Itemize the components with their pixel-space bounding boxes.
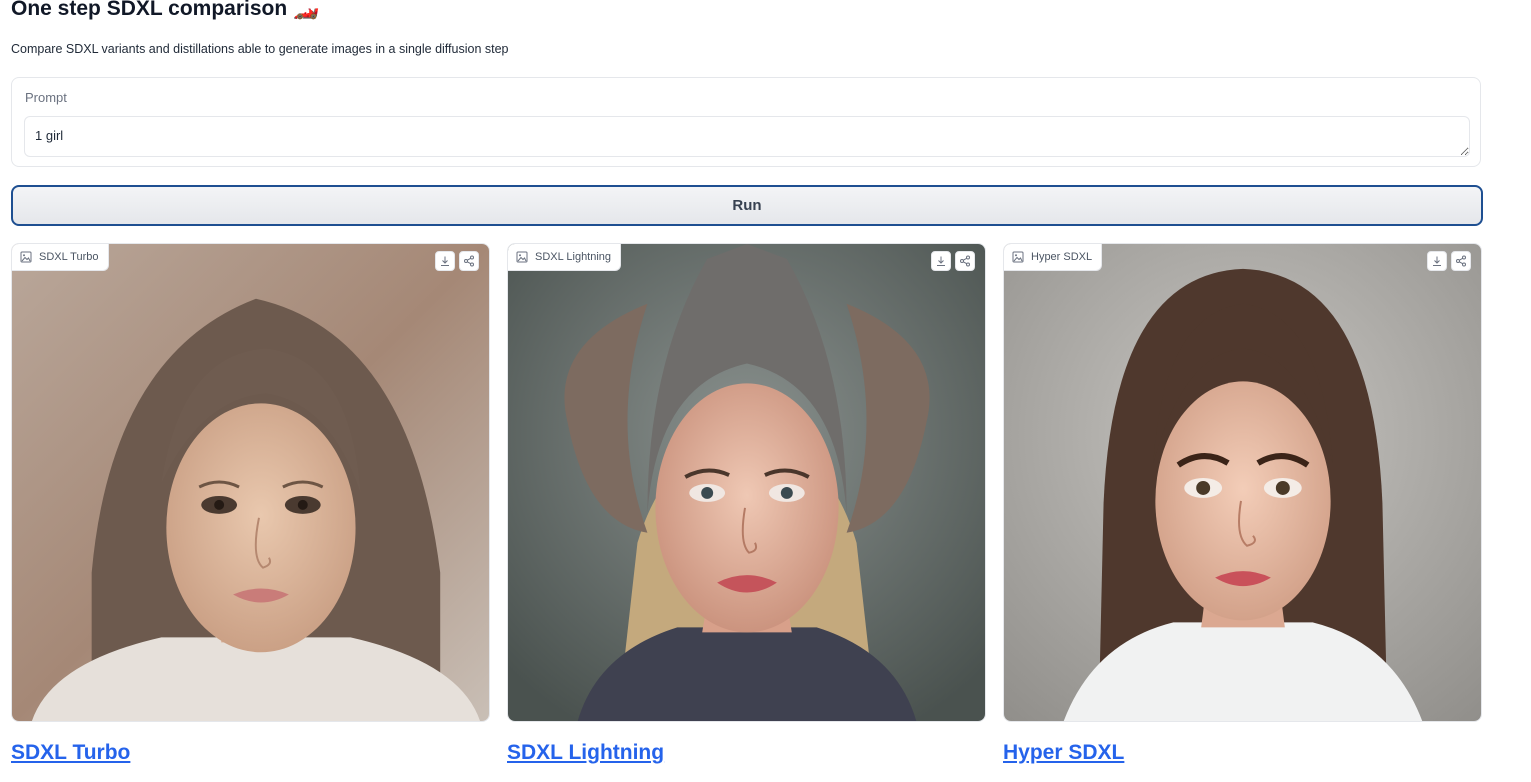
- image-panel-hyper-sdxl: Hyper SDXL: [1003, 243, 1482, 722]
- download-icon: [441, 256, 449, 266]
- image-actions: [1427, 251, 1471, 271]
- model-link-sdxl-lightning[interactable]: SDXL Lightning: [507, 740, 664, 766]
- image-label-text: SDXL Turbo: [39, 251, 99, 263]
- image-panel-sdxl-turbo: SDXL Turbo: [11, 243, 490, 722]
- share-icon: [1456, 255, 1466, 267]
- prompt-block: Prompt 1 girl: [11, 77, 1481, 167]
- prompt-input[interactable]: 1 girl: [24, 116, 1470, 157]
- image-actions: [435, 251, 479, 271]
- image-actions: [931, 251, 975, 271]
- page-title: One step SDXL comparison 🏎️: [11, 0, 319, 22]
- image-label-text: Hyper SDXL: [1031, 251, 1093, 263]
- page-title-text: One step SDXL comparison: [11, 0, 288, 20]
- title-emoji: 🏎️: [293, 0, 320, 20]
- model-link-sdxl-turbo[interactable]: SDXL Turbo: [11, 740, 130, 766]
- image-label-text: SDXL Lightning: [535, 251, 612, 263]
- generated-image-hyper-sdxl: [1004, 244, 1481, 721]
- share-button[interactable]: [1451, 251, 1471, 271]
- image-label-tag: Hyper SDXL: [1004, 244, 1103, 271]
- image-label-tag: SDXL Turbo: [12, 244, 109, 271]
- download-button[interactable]: [931, 251, 951, 271]
- download-button[interactable]: [435, 251, 455, 271]
- share-button[interactable]: [459, 251, 479, 271]
- image-icon: [516, 251, 528, 263]
- prompt-label: Prompt: [25, 90, 67, 105]
- image-label-tag: SDXL Lightning: [508, 244, 622, 271]
- download-icon: [937, 256, 945, 266]
- image-icon: [1012, 251, 1024, 263]
- share-icon: [960, 255, 970, 267]
- generated-image-sdxl-lightning: [508, 244, 985, 721]
- page-subtitle: Compare SDXL variants and distillations …: [11, 42, 509, 56]
- model-link-hyper-sdxl[interactable]: Hyper SDXL: [1003, 740, 1124, 766]
- generated-image-sdxl-turbo: [12, 244, 489, 721]
- image-panel-sdxl-lightning: SDXL Lightning: [507, 243, 986, 722]
- share-icon: [464, 255, 474, 267]
- run-button[interactable]: Run: [11, 185, 1483, 226]
- download-icon: [1433, 256, 1441, 266]
- image-icon: [20, 251, 32, 263]
- download-button[interactable]: [1427, 251, 1447, 271]
- share-button[interactable]: [955, 251, 975, 271]
